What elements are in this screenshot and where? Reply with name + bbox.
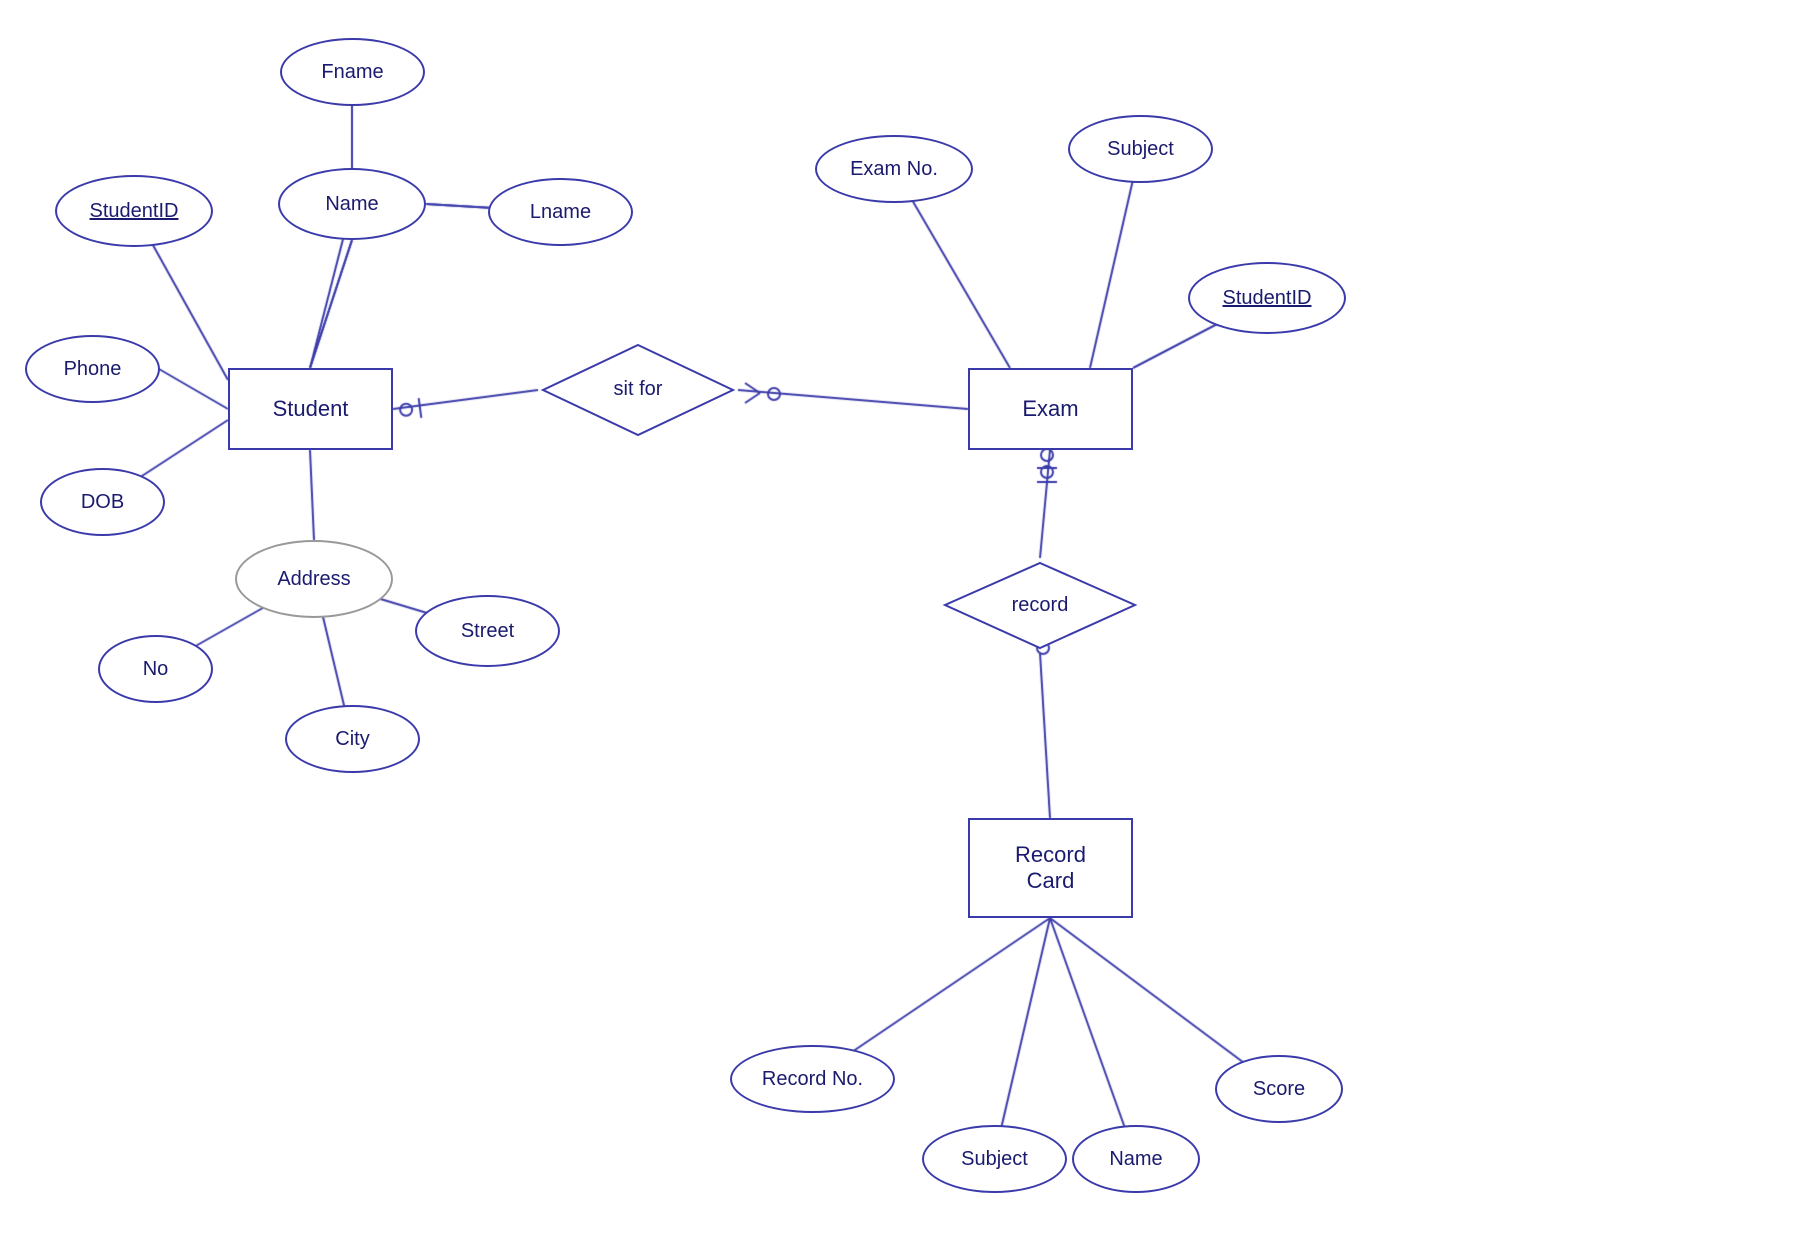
- attribute-dob: DOB: [40, 468, 165, 536]
- attribute-score: Score: [1215, 1055, 1343, 1123]
- attribute-studentid: StudentID: [55, 175, 213, 247]
- relationship-sit-for: sit for: [538, 340, 738, 440]
- entity-record-card: Record Card: [968, 818, 1133, 918]
- attribute-subject-rc: Subject: [922, 1125, 1067, 1193]
- relationship-record: record: [940, 558, 1140, 653]
- attribute-name: Name: [278, 168, 426, 240]
- attribute-record-no: Record No.: [730, 1045, 895, 1113]
- er-diagram: Student Exam Record Card Fname Name Lnam…: [0, 0, 1800, 1250]
- entity-student: Student: [228, 368, 393, 450]
- attribute-street: Street: [415, 595, 560, 667]
- attribute-address: Address: [235, 540, 393, 618]
- attribute-city: City: [285, 705, 420, 773]
- attribute-no: No: [98, 635, 213, 703]
- svg-text:sit for: sit for: [614, 378, 663, 400]
- attribute-lname: Lname: [488, 178, 633, 246]
- entity-exam: Exam: [968, 368, 1133, 450]
- attribute-subject-exam: Subject: [1068, 115, 1213, 183]
- attribute-studentid2: StudentID: [1188, 262, 1346, 334]
- attribute-phone: Phone: [25, 335, 160, 403]
- attribute-exam-no: Exam No.: [815, 135, 973, 203]
- attribute-fname: Fname: [280, 38, 425, 106]
- attribute-name-rc: Name: [1072, 1125, 1200, 1193]
- svg-text:record: record: [1012, 594, 1069, 616]
